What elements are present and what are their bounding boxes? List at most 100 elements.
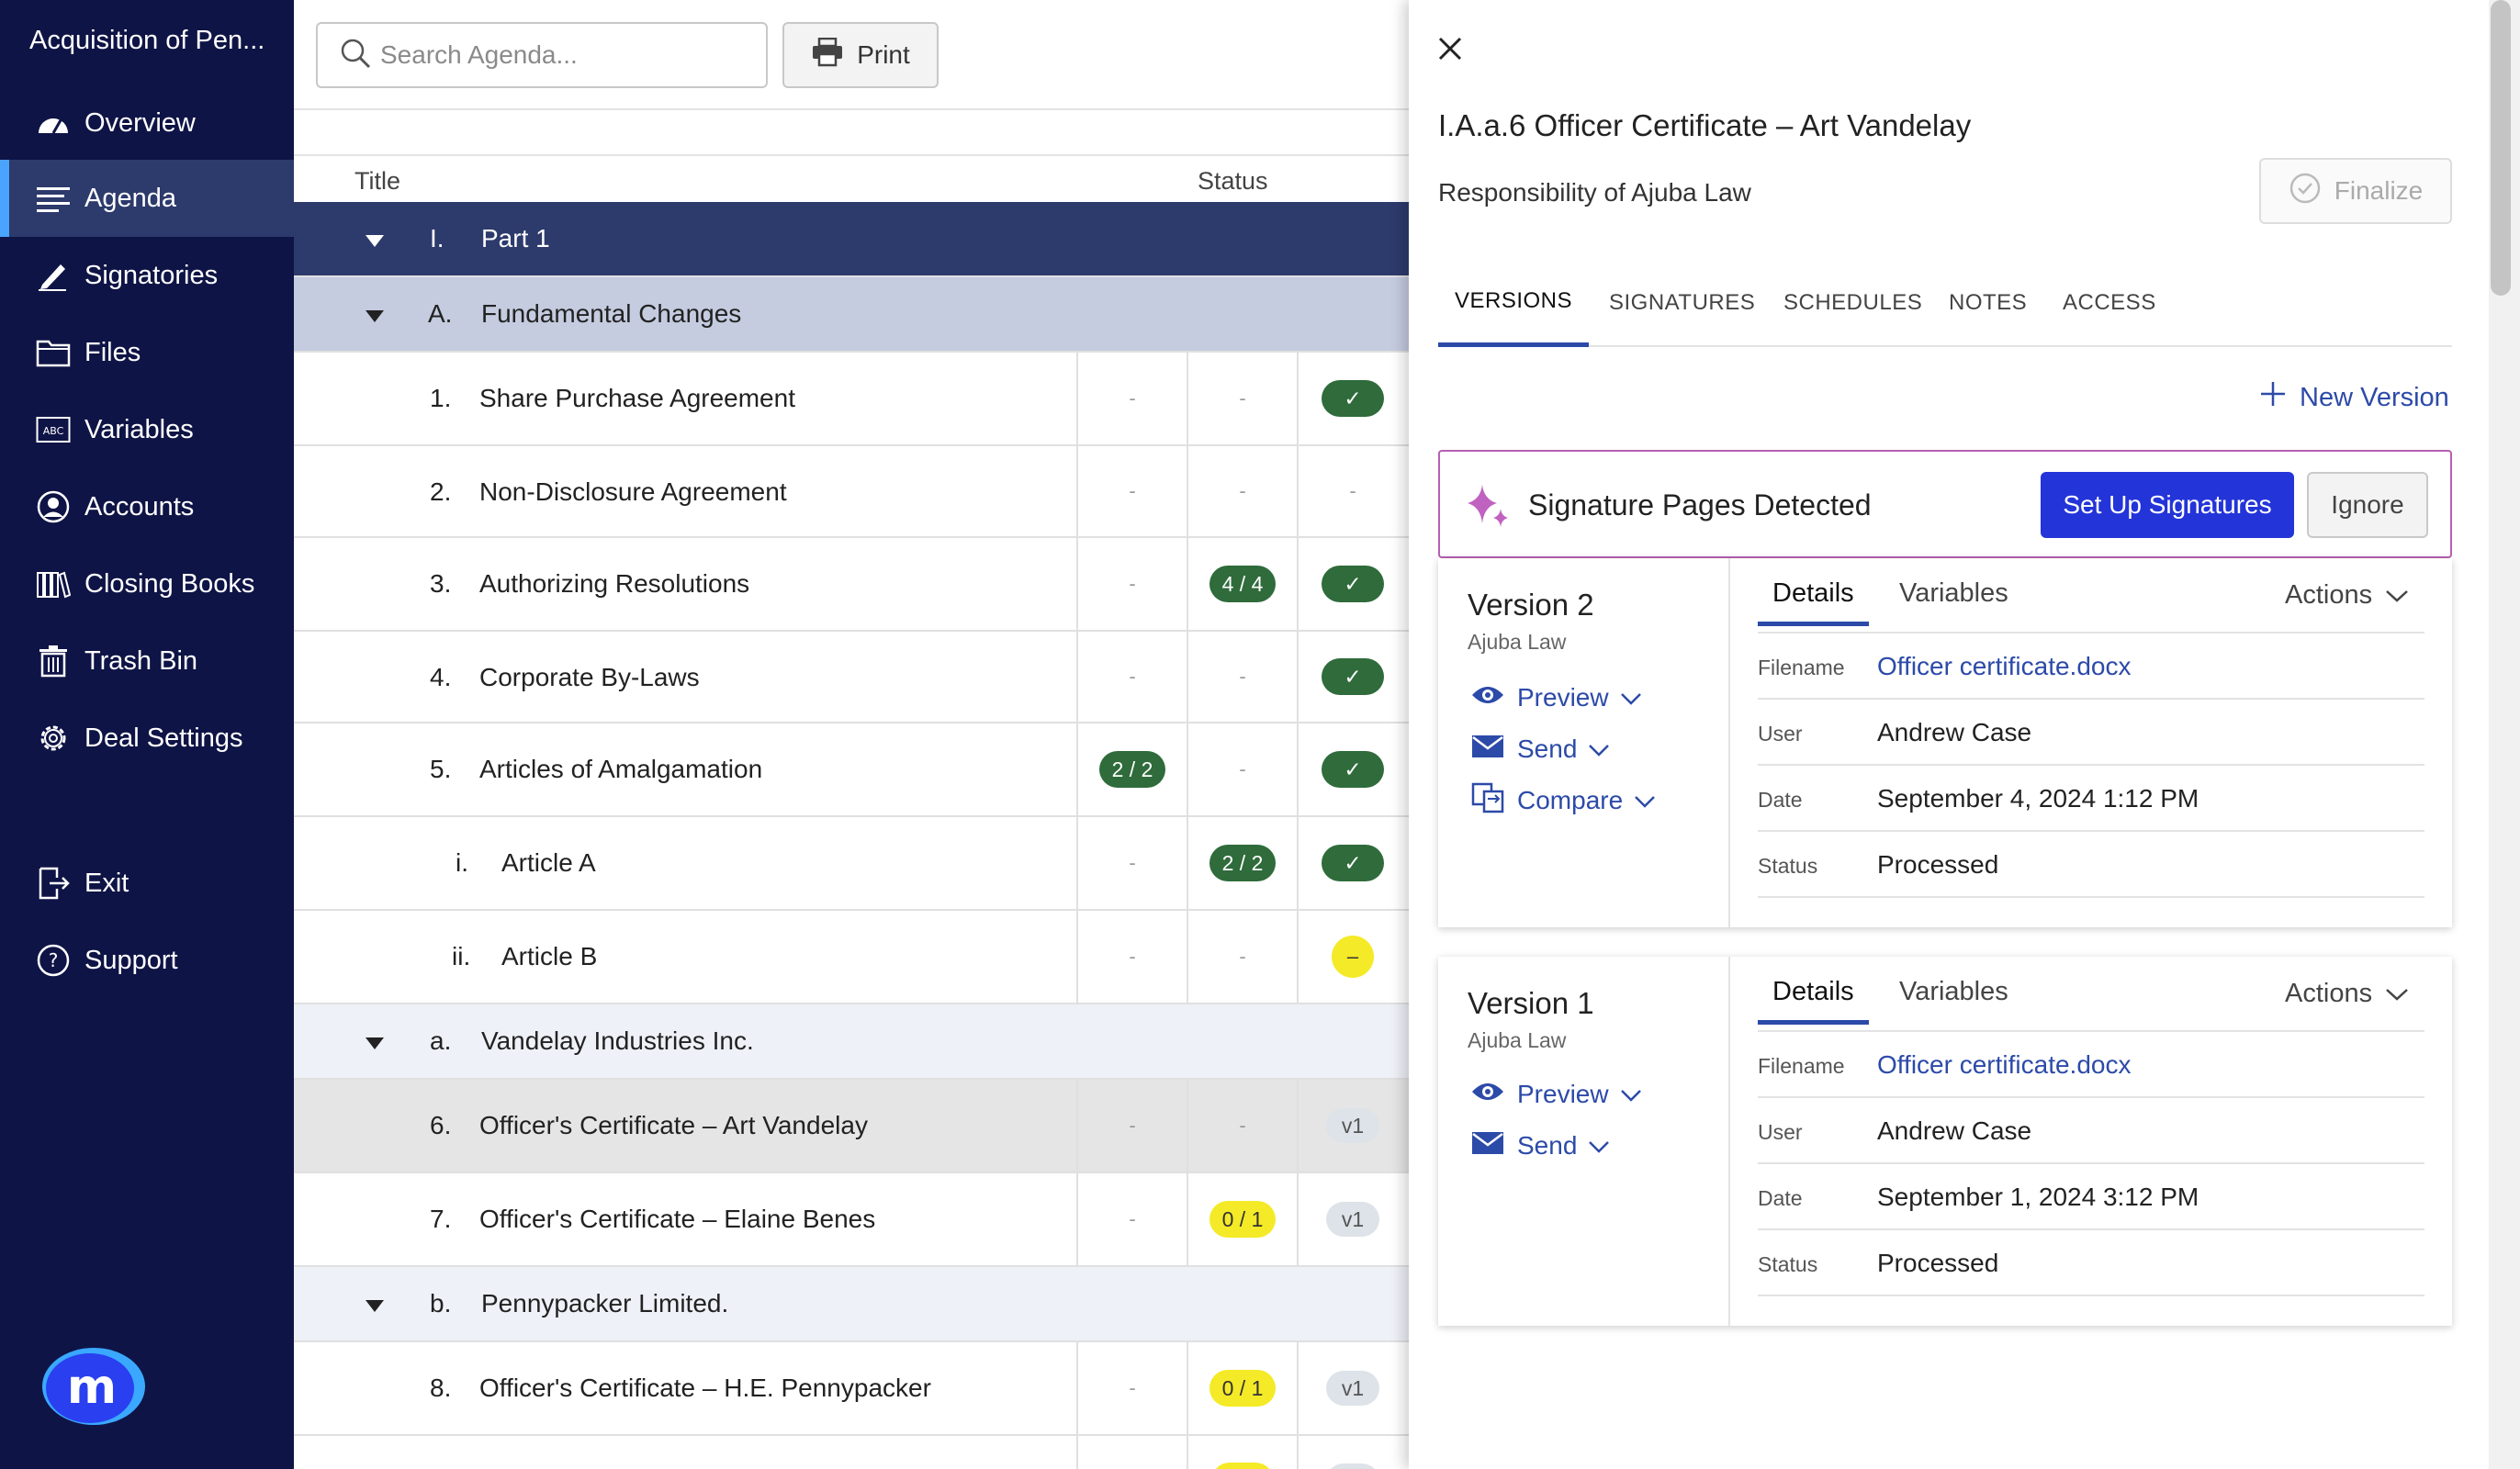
filename-link[interactable]: Officer certificate.docx (1877, 1050, 2131, 1080)
new-version-button[interactable]: New Version (2259, 380, 2449, 415)
scrollbar-thumb[interactable] (2491, 0, 2511, 296)
send-button[interactable]: Send (1471, 1127, 1610, 1164)
divider (1758, 1030, 2424, 1032)
status-cell: 0 / 1 (1187, 1342, 1297, 1434)
sidebar-item-signatories[interactable]: Signatories (0, 237, 294, 314)
table-row[interactable]: i. Article A - 2 / 2 ✓ (294, 817, 1409, 911)
count-badge[interactable] (1211, 1463, 1274, 1469)
sidebar-item-deal-settings[interactable]: Deal Settings (0, 700, 294, 777)
status-cell (1076, 1436, 1187, 1469)
signature-pages-banner: Signature Pages Detected Set Up Signatur… (1438, 450, 2452, 558)
status-cell: - (1187, 353, 1297, 444)
actions-dropdown[interactable]: Actions (2285, 580, 2409, 611)
tab-label: NOTES (1949, 290, 2028, 315)
actions-dropdown[interactable]: Actions (2285, 979, 2409, 1009)
sidebar-item-label: Accounts (84, 491, 195, 521)
count-badge[interactable]: 0 / 1 (1209, 1370, 1277, 1407)
tab-details[interactable]: Details (1758, 977, 1869, 1025)
ignore-button[interactable]: Ignore (2307, 472, 2428, 538)
filename-link[interactable]: Officer certificate.docx (1877, 652, 2131, 681)
table-row[interactable]: 2. Non-Disclosure Agreement - - - (294, 446, 1409, 538)
table-row[interactable]: 3. Authorizing Resolutions - 4 / 4 ✓ (294, 538, 1409, 632)
table-row[interactable]: ii. Article B - - – (294, 911, 1409, 1004)
count-badge[interactable]: 0 / 1 (1209, 1201, 1277, 1238)
table-row[interactable]: 5. Articles of Amalgamation 2 / 2 - ✓ (294, 723, 1409, 817)
tab-access[interactable]: ACCESS (2063, 259, 2156, 347)
tab-notes[interactable]: NOTES (1949, 259, 2027, 347)
compare-button[interactable]: Compare (1471, 782, 1656, 819)
table-row-selected[interactable]: 6. Officer's Certificate – Art Vandelay … (294, 1080, 1409, 1173)
status-empty: - (1129, 1114, 1136, 1137)
count-badge[interactable]: 2 / 2 (1098, 751, 1166, 788)
field-label: Filename (1758, 656, 1845, 679)
tab-variables[interactable]: Variables (1899, 977, 2008, 1025)
sidebar-item-label: Closing Books (84, 568, 255, 599)
sidebar-item-support[interactable]: ? Support (0, 922, 294, 999)
tab-versions[interactable]: VERSIONS (1438, 259, 1589, 347)
sidebar-item-agenda[interactable]: Agenda (0, 160, 294, 237)
preview-button[interactable]: Preview (1471, 1076, 1642, 1113)
sidebar-item-accounts[interactable]: Accounts (0, 468, 294, 545)
status-cell: - (1076, 911, 1187, 1003)
send-button[interactable]: Send (1471, 731, 1610, 768)
chevron-down-icon[interactable] (1588, 1131, 1610, 1161)
caret-down-icon[interactable] (366, 1300, 384, 1312)
table-row[interactable]: 4. Corporate By-Laws - - ✓ (294, 632, 1409, 723)
field-value: Processed (1877, 850, 1999, 879)
agenda-part-row[interactable]: I. Part 1 (294, 202, 1409, 277)
row-number: b. (430, 1289, 452, 1318)
field-label: Filename (1758, 1054, 1845, 1078)
print-button[interactable]: Print (782, 22, 939, 88)
tab-variables[interactable]: Variables (1899, 578, 2008, 626)
agenda-group-row[interactable]: a. Vandelay Industries Inc. (294, 1004, 1409, 1080)
sidebar-item-overview[interactable]: Overview (0, 84, 294, 162)
table-header: Title Status (294, 154, 1409, 202)
chevron-down-icon[interactable] (1588, 734, 1610, 764)
tab-label: ACCESS (2063, 290, 2156, 315)
sidebar-item-exit[interactable]: Exit (0, 845, 294, 922)
set-up-signatures-button[interactable]: Set Up Signatures (2041, 472, 2294, 538)
table-row[interactable] (294, 1436, 1409, 1469)
agenda-group-row[interactable]: A. Fundamental Changes (294, 277, 1409, 353)
chevron-down-icon[interactable] (1620, 683, 1642, 712)
agenda-group-row[interactable]: b. Pennypacker Limited. (294, 1267, 1409, 1342)
sidebar-item-trash-bin[interactable]: Trash Bin (0, 622, 294, 700)
status-empty: - (1129, 1207, 1136, 1230)
chevron-down-icon[interactable] (1634, 786, 1656, 815)
column-header-status: Status (1198, 167, 1268, 195)
version-details: Details Variables Actions Filename Offic… (1730, 558, 2452, 927)
caret-down-icon[interactable] (366, 1037, 384, 1049)
field-label: Status (1758, 1252, 1818, 1276)
chevron-down-icon[interactable] (1620, 1080, 1642, 1109)
sidebar-item-closing-books[interactable]: Closing Books (0, 545, 294, 622)
table-row[interactable]: 1. Share Purchase Agreement - - ✓ (294, 353, 1409, 446)
preview-button[interactable]: Preview (1471, 679, 1642, 716)
caret-down-icon[interactable] (366, 235, 384, 247)
search-box[interactable] (316, 22, 768, 88)
table-row[interactable]: 8. Officer's Certificate – H.E. Pennypac… (294, 1342, 1409, 1436)
version-badge: v1 (1326, 1371, 1379, 1406)
count-badge[interactable]: 2 / 2 (1209, 845, 1277, 881)
finalize-button[interactable]: Finalize (2259, 158, 2452, 224)
table-row[interactable]: 7. Officer's Certificate – Elaine Benes … (294, 1173, 1409, 1267)
eye-icon (1471, 1080, 1504, 1109)
status-empty: - (1129, 479, 1136, 502)
row-title: Corporate By-Laws (479, 663, 700, 691)
sidebar-item-files[interactable]: Files (0, 314, 294, 391)
sidebar-item-variables[interactable]: ABC Variables (0, 391, 294, 468)
tab-details[interactable]: Details (1758, 578, 1869, 626)
sidebar-item-label: Overview (84, 107, 196, 138)
check-icon: ✓ (1322, 380, 1384, 417)
sidebar-item-label: Variables (84, 414, 194, 444)
status-cell: ✓ (1297, 723, 1407, 815)
count-badge[interactable]: 4 / 4 (1209, 566, 1277, 602)
field-value: Processed (1877, 1249, 1999, 1277)
gear-icon (35, 720, 72, 757)
row-number: ii. (452, 942, 471, 970)
row-title: Vandelay Industries Inc. (481, 1026, 754, 1055)
tab-schedules[interactable]: SCHEDULES (1783, 259, 1922, 347)
search-input[interactable] (380, 40, 748, 70)
tab-signatures[interactable]: SIGNATURES (1609, 259, 1755, 347)
caret-down-icon[interactable] (366, 310, 384, 322)
close-icon[interactable] (1434, 33, 1466, 64)
